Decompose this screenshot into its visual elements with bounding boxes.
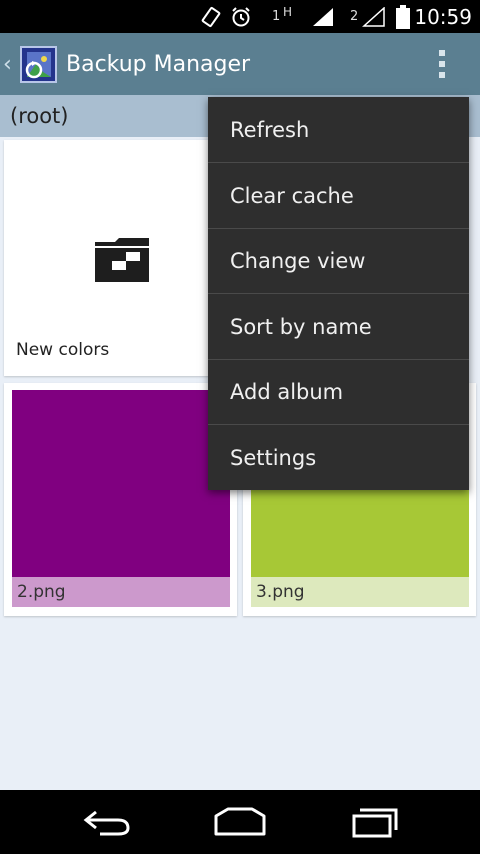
folder-tile[interactable]: New colors [4, 140, 237, 376]
back-icon[interactable] [82, 804, 132, 840]
image-label: 2.png [12, 577, 230, 607]
image-label: 3.png [251, 577, 469, 607]
chevron-left-icon[interactable]: ‹ [3, 33, 12, 95]
folder-icon [93, 236, 151, 284]
signal-icon [362, 0, 386, 33]
app-title: Backup Manager [66, 51, 251, 77]
overflow-menu: Refresh Clear cache Change view Sort by … [208, 97, 469, 490]
sim2-label: 2 [350, 9, 359, 24]
battery-icon [396, 0, 410, 33]
menu-item-sort-by-name[interactable]: Sort by name [208, 294, 469, 359]
image-tile[interactable]: 2.png [4, 383, 237, 616]
home-icon[interactable] [213, 804, 267, 840]
status-bar: 1 H 2 10:59 [0, 0, 480, 33]
rotate-icon [200, 0, 222, 33]
menu-item-refresh[interactable]: Refresh [208, 97, 469, 162]
navigation-bar [0, 790, 480, 854]
current-path: (root) [10, 104, 69, 128]
folder-label: New colors [16, 340, 110, 360]
app-logo-icon[interactable] [20, 46, 57, 83]
menu-item-clear-cache[interactable]: Clear cache [208, 163, 469, 228]
signal-icon [311, 0, 335, 33]
sim1-label: 1 [272, 9, 281, 24]
clock: 10:59 [414, 4, 472, 29]
image-thumbnail [12, 390, 230, 577]
action-bar: ‹ Backup Manager [0, 33, 480, 95]
recent-apps-icon[interactable] [348, 804, 402, 840]
menu-item-add-album[interactable]: Add album [208, 359, 469, 424]
overflow-menu-icon[interactable] [426, 41, 458, 87]
menu-item-settings[interactable]: Settings [208, 425, 469, 490]
network-type-label: H [283, 4, 293, 19]
alarm-icon [230, 0, 252, 33]
menu-item-change-view[interactable]: Change view [208, 228, 469, 293]
